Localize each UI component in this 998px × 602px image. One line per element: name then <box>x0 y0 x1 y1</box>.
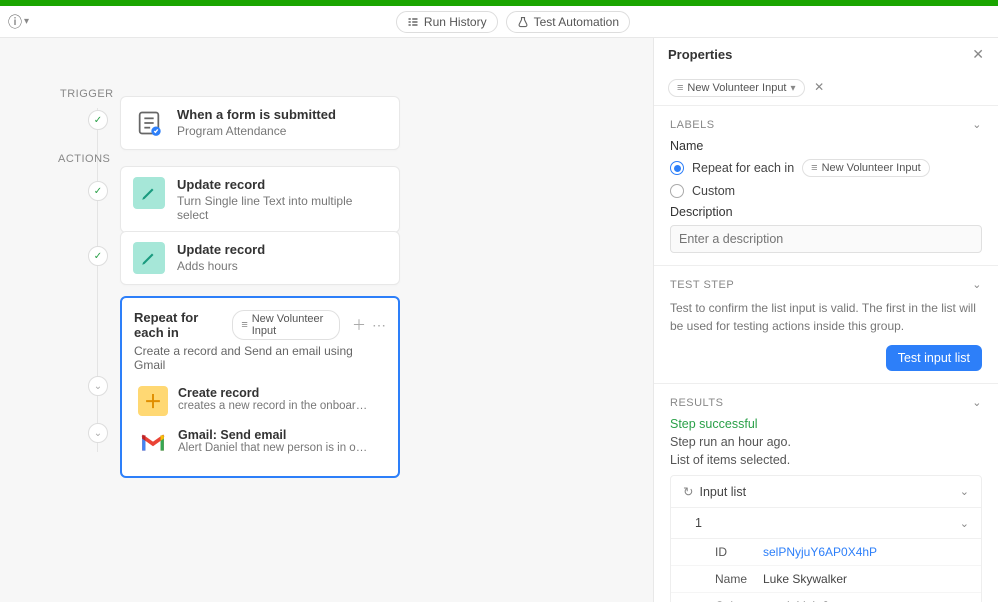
action2-subtitle: Adds hours <box>177 259 265 273</box>
trigger-subtitle: Program Attendance <box>177 124 336 138</box>
sub1-desc: creates a new record in the onboard sec.… <box>178 400 368 412</box>
tree-row-1[interactable]: 1 ⌄ <box>671 508 981 539</box>
list-selected-text: List of items selected. <box>670 453 982 467</box>
repeat-desc: Create a record and Send an email using … <box>134 344 386 372</box>
radio-repeat-chip: ≡ New Volunteer Input <box>802 159 930 177</box>
labels-heading: LABELS <box>670 119 715 131</box>
repeat-input-chip[interactable]: ≡ New Volunteer Input <box>232 310 340 340</box>
form-icon <box>133 107 165 139</box>
radio-custom-option[interactable]: Custom <box>670 184 982 198</box>
repeat-group-card[interactable]: Repeat for each in ≡ New Volunteer Input… <box>120 296 400 478</box>
actions-section-label: ACTIONS <box>58 153 110 165</box>
chevron-down-icon: ⌄ <box>960 517 969 530</box>
flask-icon <box>517 16 529 28</box>
repeat-title: Repeat for each in <box>134 310 226 340</box>
tree-kv-color: Color purpleLight2 <box>671 593 981 602</box>
results-heading: RESULTS <box>670 397 723 409</box>
sub2-desc: Alert Daniel that new person is in onboa… <box>178 442 368 454</box>
node-check-sub1[interactable]: ⌄ <box>88 376 108 396</box>
action-card-1[interactable]: Update record Turn Single line Text into… <box>120 166 400 233</box>
substep-create-record[interactable]: ＋ Create record creates a new record in … <box>134 380 386 422</box>
action1-subtitle: Turn Single line Text into multiple sele… <box>177 194 387 222</box>
properties-panel: Properties ✕ ≡ New Volunteer Input ▾ ✕ L… <box>653 38 998 602</box>
canvas-area: TRIGGER ACTIONS ✓ ✓ ✓ ⌄ ⌄ When a form is… <box>0 38 653 602</box>
test-step-description: Test to confirm the list input is valid.… <box>670 299 982 335</box>
action2-title: Update record <box>177 242 265 257</box>
panel-title: Properties <box>668 47 732 62</box>
list-icon: ≡ <box>811 162 817 174</box>
radio-icon <box>670 161 684 175</box>
chevron-down-icon: ⌄ <box>960 485 969 498</box>
description-field-label: Description <box>670 205 982 219</box>
test-step-section: TEST STEP ⌄ Test to confirm the list inp… <box>654 266 998 384</box>
node-check-action1[interactable]: ✓ <box>88 181 108 201</box>
pencil-icon <box>133 177 165 209</box>
node-check-trigger[interactable]: ✓ <box>88 110 108 130</box>
radio-repeat-option[interactable]: Repeat for each in ≡ New Volunteer Input <box>670 159 982 177</box>
action1-title: Update record <box>177 177 387 192</box>
info-dropdown[interactable]: ⓘ▾ <box>8 12 29 32</box>
pencil-icon <box>133 242 165 274</box>
chevron-down-icon: ▾ <box>24 16 29 27</box>
chevron-down-icon[interactable]: ⌄ <box>972 278 982 291</box>
history-icon <box>407 16 419 28</box>
chevron-down-icon: ▾ <box>791 83 796 94</box>
clear-chip-button[interactable]: ✕ <box>814 80 824 94</box>
node-check-action2[interactable]: ✓ <box>88 246 108 266</box>
node-check-sub2[interactable]: ⌄ <box>88 423 108 443</box>
trigger-card[interactable]: When a form is submitted Program Attenda… <box>120 96 400 150</box>
labels-section: LABELS ⌄ Name Repeat for each in ≡ New V… <box>654 106 998 266</box>
test-automation-label: Test Automation <box>534 15 619 29</box>
chevron-down-icon[interactable]: ⌄ <box>972 396 982 409</box>
breadcrumb-chip[interactable]: ≡ New Volunteer Input ▾ <box>668 79 805 97</box>
test-input-list-button[interactable]: Test input list <box>886 345 982 371</box>
test-step-heading: TEST STEP <box>670 279 734 291</box>
test-automation-button[interactable]: Test Automation <box>506 11 630 33</box>
sub1-title: Create record <box>178 386 368 400</box>
trigger-title: When a form is submitted <box>177 107 336 122</box>
trigger-section-label: TRIGGER <box>60 88 114 100</box>
chevron-down-icon[interactable]: ⌄ <box>972 118 982 131</box>
tree-row-input-list[interactable]: ↻ Input list ⌄ <box>671 476 981 508</box>
step-time-text: Step run an hour ago. <box>670 435 982 449</box>
tree-kv-name: Name Luke Skywalker <box>671 566 981 593</box>
plus-icon: ＋ <box>138 386 168 416</box>
radio-icon <box>670 184 684 198</box>
more-menu-button[interactable]: ⋯ <box>372 317 386 334</box>
step-success-text: Step successful <box>670 417 982 431</box>
run-history-button[interactable]: Run History <box>396 11 498 33</box>
refresh-icon: ↻ <box>683 484 693 499</box>
sub2-title: Gmail: Send email <box>178 428 368 442</box>
name-field-label: Name <box>670 139 982 153</box>
id-value-link[interactable]: selPNyjuY6AP0X4hP <box>763 545 877 559</box>
panel-header: Properties ✕ <box>654 38 998 71</box>
description-input[interactable] <box>670 225 982 253</box>
action-card-2[interactable]: Update record Adds hours <box>120 231 400 285</box>
run-history-label: Run History <box>424 15 487 29</box>
list-icon: ≡ <box>677 82 683 94</box>
substep-gmail[interactable]: Gmail: Send email Alert Daniel that new … <box>134 422 386 464</box>
results-tree: ↻ Input list ⌄ 1 ⌄ ID selPNyjuY6AP0X4hP … <box>670 475 982 602</box>
list-icon: ≡ <box>241 319 247 331</box>
toolbar: ⓘ▾ Run History Test Automation <box>0 6 998 38</box>
add-step-button[interactable]: ＋ <box>352 315 366 335</box>
results-section: RESULTS ⌄ Step successful Step run an ho… <box>654 384 998 602</box>
gmail-icon <box>138 428 168 458</box>
close-icon[interactable]: ✕ <box>972 46 984 63</box>
tree-kv-id: ID selPNyjuY6AP0X4hP <box>671 539 981 566</box>
